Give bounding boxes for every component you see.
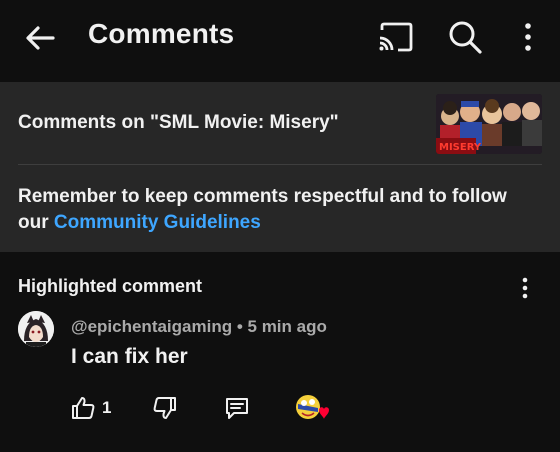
thumbs-up-icon — [70, 395, 96, 421]
heart-icon — [319, 407, 329, 419]
comment-text: I can fix her — [71, 345, 188, 368]
creator-heart-badge — [295, 394, 329, 422]
comment-time: 5 min ago — [247, 317, 327, 336]
like-button[interactable]: 1 — [70, 394, 111, 422]
highlighted-comment-label: Highlighted comment — [18, 276, 202, 296]
search-icon[interactable] — [446, 18, 484, 56]
avatar[interactable] — [18, 311, 54, 347]
page-title: Comments — [88, 18, 235, 49]
video-thumbnail[interactable]: MISERY — [436, 94, 542, 154]
divider — [18, 164, 542, 165]
comment-author[interactable]: @epichentaigaming — [71, 317, 232, 336]
comments-header-card: Comments on "SML Movie: Misery" MISERY R… — [0, 82, 560, 252]
meta-separator: • — [232, 317, 248, 336]
more-vert-icon[interactable] — [518, 20, 538, 54]
comments-on-title: Comments on "SML Movie: Misery" — [18, 112, 339, 133]
community-notice: Remember to keep comments respectful and… — [18, 184, 538, 236]
dislike-button[interactable] — [152, 394, 178, 422]
comment-meta: @epichentaigaming • 5 min ago — [71, 317, 327, 337]
top-app-bar: Comments — [0, 0, 560, 82]
thumbnail-caption: MISERY — [439, 142, 482, 153]
reply-button[interactable] — [224, 394, 250, 422]
reply-comment-icon — [224, 395, 250, 421]
comment-more-icon[interactable] — [516, 276, 534, 300]
community-guidelines-link[interactable]: Community Guidelines — [54, 212, 261, 233]
like-count: 1 — [102, 398, 112, 417]
thumbs-down-icon — [152, 395, 178, 421]
cast-icon[interactable] — [376, 20, 414, 54]
back-arrow-icon[interactable] — [22, 20, 58, 56]
